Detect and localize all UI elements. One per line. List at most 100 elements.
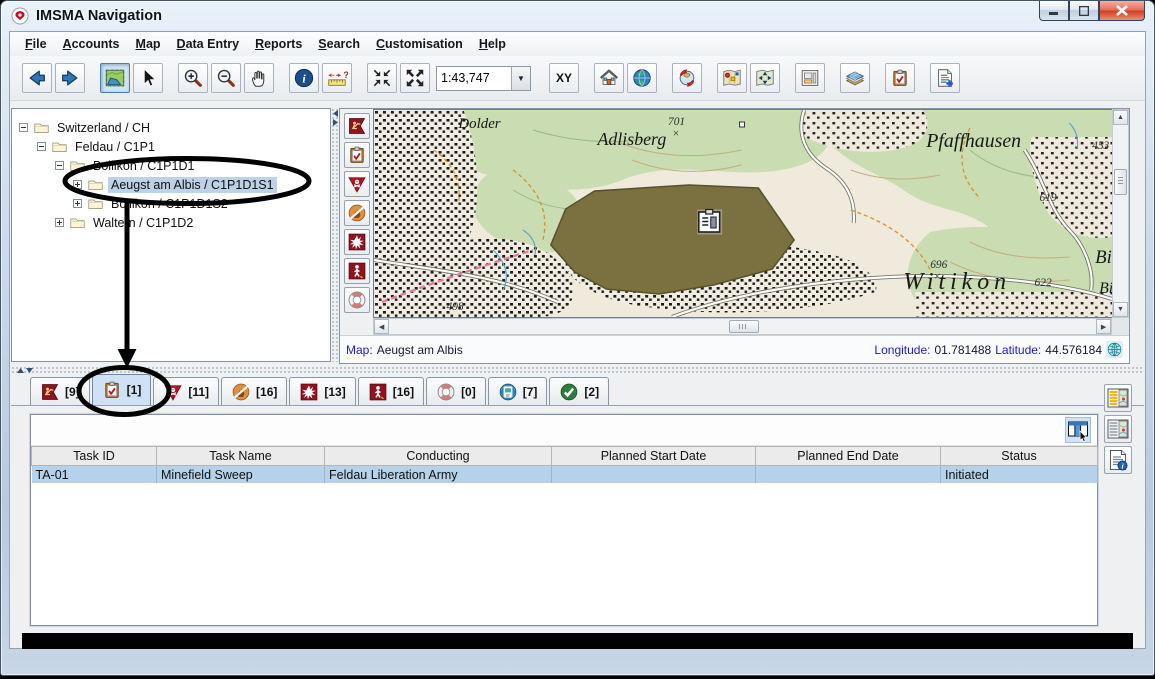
maximize-button[interactable] [1069, 1, 1099, 21]
menu-reports[interactable]: Reports [248, 34, 309, 54]
expand-plus-icon[interactable] [54, 217, 65, 228]
map-name-value: Aeugst am Albis [377, 343, 463, 357]
tab-count: [1] [127, 383, 142, 397]
hazard-layer-button[interactable] [344, 171, 370, 197]
zoom-in-button[interactable] [178, 63, 208, 93]
map-layers-button[interactable] [840, 63, 870, 93]
zoom-to-selected-button[interactable] [367, 63, 397, 93]
vertical-splitter[interactable] [331, 108, 339, 362]
map-symbols-button[interactable] [717, 63, 747, 93]
menu-accounts[interactable]: Accounts [56, 34, 127, 54]
tree-node-waltern-c1p1d2[interactable]: Waltern / C1P1D2 [12, 213, 330, 232]
accident-layer-button[interactable] [344, 229, 370, 255]
next-extent-button[interactable] [55, 63, 85, 93]
map-vertical-scrollbar[interactable]: ▲ ▼ [1112, 109, 1129, 318]
xy-coordinates-button[interactable]: XY [549, 63, 579, 93]
h-scroll-thumb[interactable] [729, 320, 759, 333]
h-scroll-track[interactable] [389, 319, 1096, 334]
map-horizontal-scrollbar[interactable]: ◀ ▶ [373, 318, 1112, 335]
map-navigate-icon [754, 67, 776, 89]
column-header-conducting[interactable]: Conducting [325, 447, 552, 466]
table-row-ta-01[interactable]: TA-01Minefield SweepFeldau Liberation Ar… [32, 466, 1098, 484]
select-pointer-button[interactable] [133, 63, 163, 93]
tab-minefields[interactable]: [9] [30, 377, 90, 405]
ordnance-layer-button[interactable] [344, 200, 370, 226]
arrow-left-icon [26, 67, 48, 89]
menu-search[interactable]: Search [311, 34, 367, 54]
tab-accidents[interactable]: [13] [289, 377, 355, 405]
scroll-up-icon[interactable]: ▲ [1113, 110, 1128, 125]
map-navigate-button[interactable] [750, 63, 780, 93]
report-new-icon [934, 67, 956, 89]
task-list-button[interactable] [885, 63, 915, 93]
v-scroll-track[interactable] [1113, 125, 1128, 302]
scroll-right-icon[interactable]: ▶ [1096, 319, 1111, 334]
tab-victims[interactable]: [16] [358, 377, 424, 405]
v-scroll-thumb[interactable] [1114, 169, 1127, 195]
tab-hazards[interactable]: [11] [153, 377, 219, 405]
imsma-logo-icon [11, 7, 29, 25]
column-config-button[interactable] [1065, 417, 1091, 443]
zoom-out-button[interactable] [211, 63, 241, 93]
pan-button[interactable] [244, 63, 274, 93]
victim-layer-button[interactable] [344, 258, 370, 284]
item-report-button[interactable]: i [1104, 446, 1132, 474]
measure-button[interactable]: ? [322, 63, 352, 93]
home-view-button[interactable] [594, 63, 624, 93]
column-header-planned-end-date[interactable]: Planned End Date [756, 447, 941, 466]
folder-icon [51, 138, 68, 155]
coordinate-globe-icon[interactable] [1106, 341, 1123, 358]
map-canvas[interactable]: DolderAdlisbergPfaffhausenBenglenBinzWit… [373, 109, 1112, 318]
scale-input[interactable] [437, 67, 511, 90]
overview-window-button[interactable] [795, 63, 825, 93]
tree-node-aeugst-am-albis-c1p1d1s1[interactable]: Aeugst am Albis / C1P1D1S1 [12, 175, 330, 194]
show-list-and-map-button[interactable] [1104, 384, 1132, 412]
menu-customisation[interactable]: Customisation [369, 34, 470, 54]
expand-plus-icon[interactable] [72, 198, 83, 209]
close-button[interactable] [1099, 1, 1145, 21]
tree-node-bollikon-c1p1d1[interactable]: Bollikon / C1P1D1 [12, 156, 330, 175]
scale-dropdown-icon[interactable]: ▼ [511, 67, 530, 90]
home-icon [598, 67, 620, 89]
menu-help[interactable]: Help [472, 34, 513, 54]
tab-mre[interactable]: [7] [488, 377, 548, 405]
new-report-button[interactable] [930, 63, 960, 93]
accident-icon [299, 382, 319, 402]
column-header-task-name[interactable]: Task Name [157, 447, 325, 466]
map-label-binz: Binz [1095, 247, 1112, 268]
world-view-button[interactable] [627, 63, 657, 93]
assistance-icon [347, 290, 367, 310]
assistance-layer-button[interactable] [344, 287, 370, 313]
minefield-layer-button[interactable] [344, 113, 370, 139]
horizontal-splitter[interactable] [11, 366, 1144, 375]
tab-assistance[interactable]: [0] [426, 377, 486, 405]
tab-tasks[interactable]: [1] [92, 374, 152, 405]
tree-node-switzerland-ch[interactable]: Switzerland / CH [12, 118, 330, 137]
collapse-minus-icon[interactable] [54, 160, 65, 171]
tab-ordnance[interactable]: [16] [221, 377, 287, 405]
refresh-map-button[interactable] [672, 63, 702, 93]
menu-file[interactable]: File [18, 34, 54, 54]
task-layer-button[interactable] [344, 142, 370, 168]
scroll-left-icon[interactable]: ◀ [374, 319, 389, 334]
menu-map[interactable]: Map [129, 34, 168, 54]
zoom-box-button[interactable] [100, 63, 130, 93]
column-header-status[interactable]: Status [941, 447, 1098, 466]
scroll-down-icon[interactable]: ▼ [1113, 302, 1128, 317]
zoom-full-extent-button[interactable] [400, 63, 430, 93]
zoom-out-icon [215, 67, 237, 89]
identify-button[interactable]: i [289, 63, 319, 93]
tab-completed[interactable]: [2] [549, 377, 609, 405]
collapse-minus-icon[interactable] [36, 141, 47, 152]
expand-plus-icon[interactable] [72, 179, 83, 190]
minimize-button[interactable] [1039, 1, 1069, 21]
tree-node-feldau-c1p1[interactable]: Feldau / C1P1 [12, 137, 330, 156]
collapse-minus-icon[interactable] [18, 122, 29, 133]
column-header-planned-start-date[interactable]: Planned Start Date [552, 447, 756, 466]
tree-node-bollikon-c1p1d1s2[interactable]: Bollikon / C1P1D1S2 [12, 194, 330, 213]
previous-extent-button[interactable] [22, 63, 52, 93]
menu-data-entry[interactable]: Data Entry [170, 34, 247, 54]
column-header-task-id[interactable]: Task ID [32, 447, 157, 466]
show-list-map-button[interactable] [1104, 415, 1132, 443]
tree-node-label: Bollikon / C1P1D1 [90, 158, 197, 174]
